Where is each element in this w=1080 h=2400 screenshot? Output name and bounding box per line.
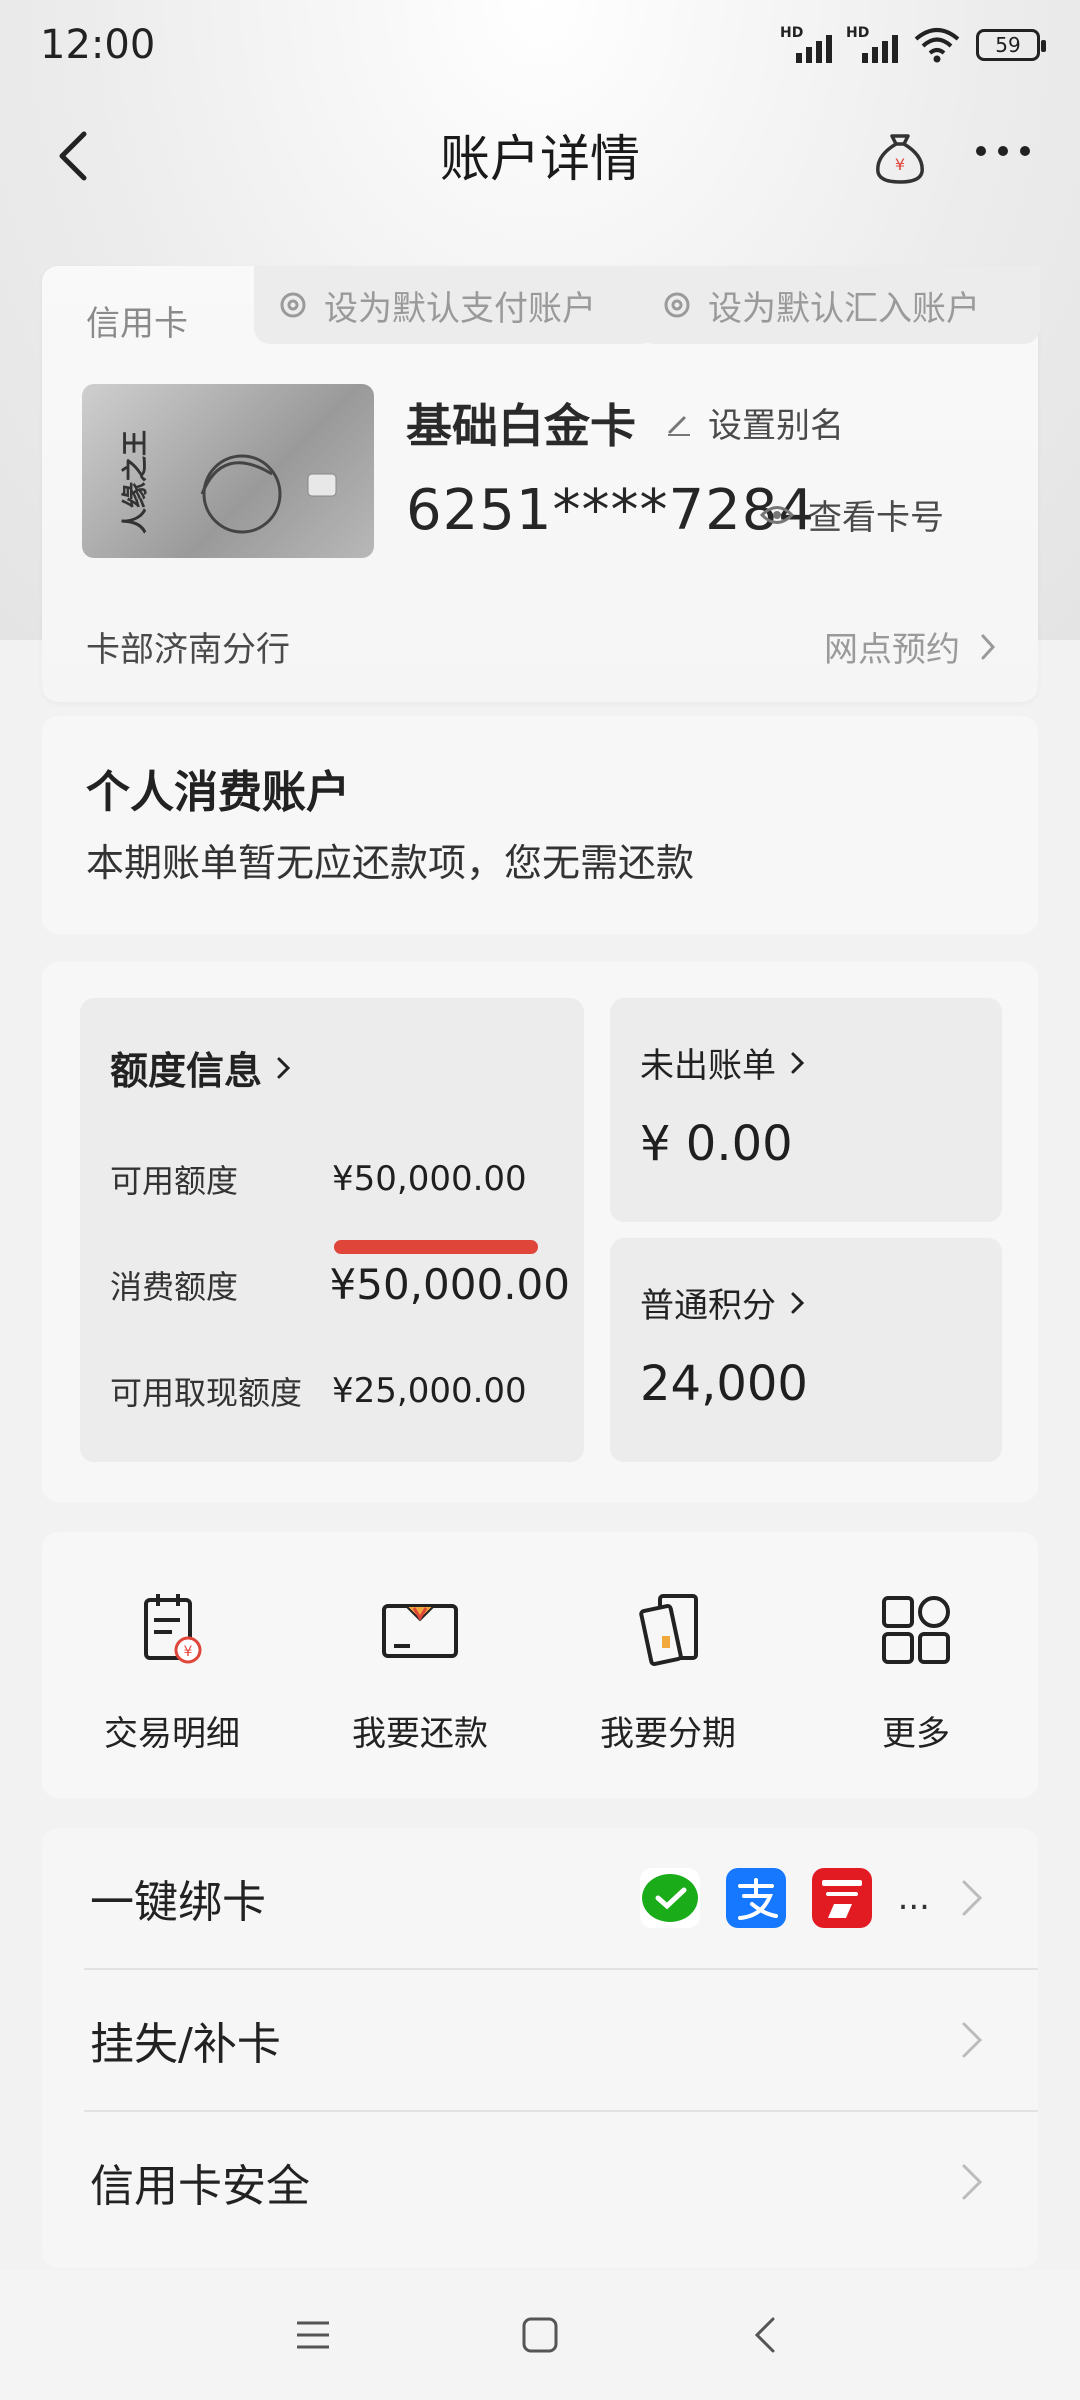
chevron-right-icon <box>277 1057 291 1078</box>
more-menu-icon[interactable] <box>976 146 1030 156</box>
svg-text:¥: ¥ <box>184 1644 193 1660</box>
bind-more-indicator: ... <box>897 1878 930 1918</box>
outlet-booking-label: 网点预约 <box>824 630 960 670</box>
card-image-text: 人缘之王 <box>120 430 151 534</box>
view-card-number-button[interactable]: 查看卡号 <box>760 490 944 539</box>
installment-button[interactable]: 我要分期 <box>568 1590 768 1770</box>
system-navigation-bar <box>0 2270 1080 2400</box>
consumption-limit-value: ¥50,000.00 <box>329 1260 570 1309</box>
back-icon[interactable] <box>50 128 100 184</box>
quick-actions-panel: ¥ 交易明细 我要还款 我要分期 更多 <box>42 1532 1038 1798</box>
card-services-menu: 一键绑卡 ... 挂失/补卡 信用卡安全 <box>42 1828 1038 2268</box>
chevron-right-icon <box>962 2164 983 2200</box>
svg-text:¥: ¥ <box>895 155 905 174</box>
branch-name: 卡部济南分行 <box>86 630 290 670</box>
bind-card-label: 一键绑卡 <box>90 1877 266 1928</box>
more-button[interactable]: 更多 <box>816 1590 1016 1770</box>
set-default-pay-label: 设为默认支付账户 <box>324 288 596 329</box>
wifi-icon <box>914 28 960 63</box>
report-loss-label: 挂失/补卡 <box>90 2019 281 2070</box>
limit-info-title[interactable]: 额度信息 <box>110 1040 292 1095</box>
set-default-receive-label: 设为默认汇入账户 <box>708 288 980 329</box>
available-limit-label: 可用额度 <box>110 1162 239 1200</box>
money-bag-icon[interactable]: ¥ <box>870 126 930 186</box>
chevron-right-icon <box>981 634 996 659</box>
chevron-right-icon <box>791 1052 805 1073</box>
view-number-label: 查看卡号 <box>808 498 944 538</box>
unbilled-box[interactable]: 未出账单 ¥ 0.00 <box>610 998 1002 1222</box>
chevron-right-icon <box>962 2022 983 2058</box>
unbilled-value: ¥ 0.00 <box>640 1116 793 1172</box>
limit-info-box[interactable]: 额度信息 可用额度 ¥50,000.00 消费额度 ¥50,000.00 可用取… <box>80 998 584 1462</box>
limits-panel: 额度信息 可用额度 ¥50,000.00 消费额度 ¥50,000.00 可用取… <box>42 962 1038 1502</box>
transaction-detail-icon: ¥ <box>144 1594 202 1664</box>
installment-icon <box>639 1594 698 1666</box>
signal-1-icon: HD <box>780 25 832 65</box>
more-grid-icon <box>882 1596 950 1664</box>
account-title: 个人消费账户 <box>86 767 350 818</box>
card-security-label: 信用卡安全 <box>90 2161 310 2212</box>
points-value: 24,000 <box>640 1356 808 1412</box>
consumption-limit-row: 消费额度 ¥50,000.00 <box>110 1260 570 1309</box>
chevron-right-icon <box>962 1880 983 1916</box>
menu-icon[interactable] <box>291 2313 335 2357</box>
gear-icon <box>664 292 690 318</box>
wechat-pay-icon <box>639 1868 700 1928</box>
page-title: 账户详情 <box>440 130 640 188</box>
status-bar: 12:00 HD HD 59 <box>0 0 1080 90</box>
card-number: 6251****7284 <box>406 478 816 543</box>
card-image: 人缘之王 <box>82 384 374 558</box>
eye-icon <box>760 505 794 524</box>
repay-label: 我要还款 <box>352 1714 488 1754</box>
signal-2-icon: HD <box>846 25 898 65</box>
outlet-booking-link[interactable]: 网点预约 <box>824 622 996 671</box>
gear-icon <box>280 292 306 318</box>
card-type-tag: 信用卡 <box>86 304 188 344</box>
points-label: 普通积分 <box>640 1286 776 1326</box>
points-box[interactable]: 普通积分 24,000 <box>610 1238 1002 1462</box>
alipay-icon <box>725 1868 786 1928</box>
card-name: 基础白金卡 <box>406 399 636 453</box>
repay-button[interactable]: 我要还款 <box>320 1590 520 1770</box>
nav-bar: 账户详情 ¥ <box>0 100 1080 210</box>
unbilled-label: 未出账单 <box>640 1046 776 1086</box>
alias-label: 设置别名 <box>708 406 844 446</box>
edit-icon <box>668 416 690 436</box>
bind-card-platform-icons: ... <box>639 1868 930 1928</box>
consumption-limit-label: 消费额度 <box>110 1267 239 1306</box>
unionpay-quickpass-icon <box>811 1868 872 1928</box>
bind-card-item[interactable]: 一键绑卡 ... <box>42 1828 1038 1968</box>
consumption-account-panel: 个人消费账户 本期账单暂无应还款项，您无需还款 <box>42 716 1038 934</box>
points-title: 普通积分 <box>640 1278 806 1327</box>
limit-info-label: 额度信息 <box>110 1049 263 1093</box>
transaction-detail-label: 交易明细 <box>104 1714 240 1754</box>
set-alias-button[interactable]: 设置别名 <box>664 398 844 447</box>
battery-level: 59 <box>995 33 1021 57</box>
card-security-item[interactable]: 信用卡安全 <box>42 2112 1038 2252</box>
home-icon[interactable] <box>518 2313 562 2357</box>
cash-limit-row: 可用取现额度 ¥25,000.00 <box>110 1368 570 1414</box>
transaction-detail-button[interactable]: ¥ 交易明细 <box>72 1590 272 1770</box>
more-label: 更多 <box>882 1714 950 1754</box>
installment-label: 我要分期 <box>600 1714 736 1754</box>
available-limit-row: 可用额度 ¥50,000.00 <box>110 1156 570 1202</box>
chevron-right-icon <box>791 1292 805 1313</box>
battery-icon: 59 <box>976 29 1046 61</box>
available-limit-value: ¥50,000.00 <box>332 1159 527 1199</box>
set-default-pay-button[interactable]: 设为默认支付账户 <box>254 266 656 344</box>
status-time: 12:00 <box>40 22 156 68</box>
available-limit-underline <box>334 1240 538 1254</box>
status-icons: HD HD 59 <box>780 25 1046 65</box>
report-loss-item[interactable]: 挂失/补卡 <box>42 1970 1038 2110</box>
unbilled-title: 未出账单 <box>640 1038 806 1087</box>
cash-limit-value: ¥25,000.00 <box>332 1371 527 1411</box>
cash-limit-label: 可用取现额度 <box>110 1374 303 1412</box>
repay-icon <box>382 1604 458 1658</box>
set-default-receive-button[interactable]: 设为默认汇入账户 <box>638 266 1040 344</box>
back-nav-icon[interactable] <box>745 2313 789 2357</box>
credit-card-panel: 信用卡 设为默认支付账户 设为默认汇入账户 人缘之王 基础白金卡 设置别名 62… <box>42 266 1040 702</box>
account-description: 本期账单暂无应还款项，您无需还款 <box>86 841 695 885</box>
